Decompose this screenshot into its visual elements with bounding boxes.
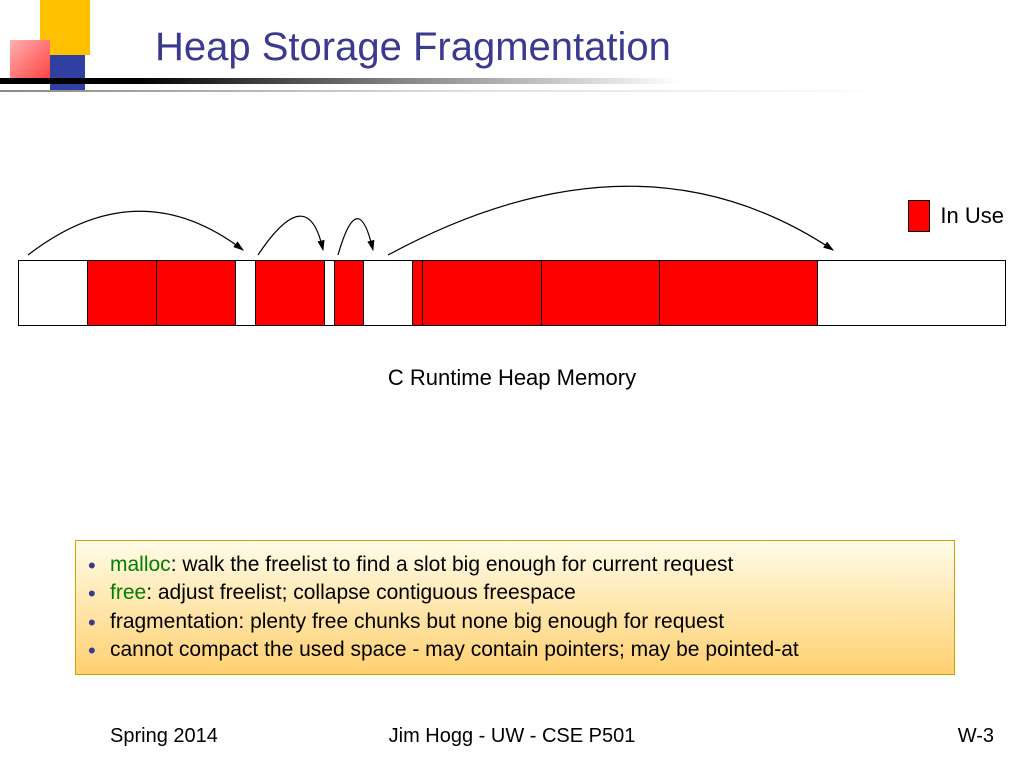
heap-block-used bbox=[157, 261, 236, 325]
footer: Spring 2014 Jim Hogg - UW - CSE P501 W-3 bbox=[0, 725, 1024, 748]
footer-right: W-3 bbox=[958, 725, 994, 748]
note-bullet: cannot compact the used space - may cont… bbox=[110, 636, 936, 664]
heap-diagram bbox=[18, 260, 1006, 326]
slide-decoration bbox=[0, 0, 120, 120]
heap-block-free bbox=[236, 261, 256, 325]
note-bullet: malloc: walk the freelist to find a slot… bbox=[110, 551, 936, 579]
slide-title: Heap Storage Fragmentation bbox=[155, 25, 671, 70]
note-bullet: free: adjust freelist; collapse contiguo… bbox=[110, 579, 936, 607]
freelist-arrows bbox=[18, 150, 1006, 260]
note-text: : walk the freelist to find a slot big e… bbox=[171, 553, 734, 576]
note-text: cannot compact the used space - may cont… bbox=[110, 638, 799, 661]
keyword: free bbox=[110, 581, 146, 604]
heap-block-used bbox=[660, 261, 818, 325]
heap-block-used bbox=[335, 261, 365, 325]
heap-block-free bbox=[364, 261, 413, 325]
keyword: malloc bbox=[110, 553, 171, 576]
heap-block-free bbox=[19, 261, 88, 325]
heap-block-free bbox=[818, 261, 1005, 325]
footer-left: Spring 2014 bbox=[110, 725, 218, 748]
note-text: : adjust freelist; collapse contiguous f… bbox=[146, 581, 576, 604]
heap-bar bbox=[18, 260, 1006, 326]
heap-block-used bbox=[542, 261, 660, 325]
heap-block-used bbox=[423, 261, 541, 325]
heap-block-used bbox=[88, 261, 157, 325]
heap-block-free bbox=[325, 261, 335, 325]
note-text: fragmentation: plenty free chunks but no… bbox=[110, 610, 724, 633]
heap-block-used bbox=[413, 261, 423, 325]
note-bullet: fragmentation: plenty free chunks but no… bbox=[110, 608, 936, 636]
notes-box: malloc: walk the freelist to find a slot… bbox=[75, 540, 955, 675]
heap-block-used bbox=[256, 261, 325, 325]
heap-caption: C Runtime Heap Memory bbox=[0, 365, 1024, 391]
title-underline-thick bbox=[0, 78, 680, 84]
title-underline-thin bbox=[0, 90, 900, 92]
